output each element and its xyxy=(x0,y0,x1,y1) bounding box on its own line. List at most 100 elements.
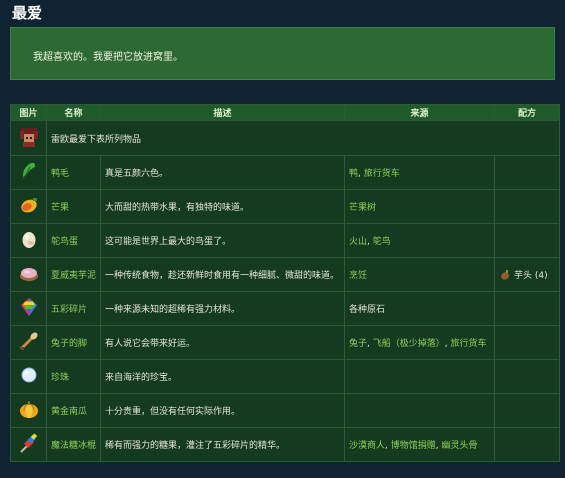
header-recipe: 配方 xyxy=(494,104,560,121)
ostrich-egg-icon[interactable] xyxy=(18,228,40,250)
source-link[interactable]: 飞船（极少掉落） xyxy=(373,339,445,349)
table-header-row: 图片 名称 描述 来源 配方 xyxy=(10,104,560,121)
item-description: 十分贵重，但没有任何实际作用。 xyxy=(100,393,345,428)
table-row: 夏威夷芋泥 一种传统食物，趁还新鲜时食用有一种细腻、微甜的味道。 烹饪 芋头 (4) xyxy=(10,257,560,292)
prismatic-shard-icon[interactable] xyxy=(18,296,40,318)
icon-cell xyxy=(10,155,47,190)
icon-cell xyxy=(10,359,47,394)
magic-rock-candy-icon[interactable] xyxy=(18,432,40,454)
table-row: 黄金南瓜 十分贵重，但没有任何实际作用。 xyxy=(10,393,560,428)
item-description: 稀有而强力的糖果，灌注了五彩碎片的精华。 xyxy=(100,427,345,462)
item-name-link[interactable]: 鸵鸟蛋 xyxy=(51,237,78,247)
icon-cell xyxy=(10,291,47,326)
table-row: 珍珠 来自海洋的珍宝。 xyxy=(10,359,560,394)
icon-cell xyxy=(10,393,47,428)
table-row: 芒果 大而甜的热带水果，有独特的味道。 芒果树 xyxy=(10,189,560,224)
item-source-cell: 鸭, 旅行货车 xyxy=(344,155,495,190)
source-link[interactable]: 鸭 xyxy=(349,169,358,179)
item-recipe-cell xyxy=(494,359,560,394)
table-row: 雷欧最爱下表所列物品 xyxy=(10,120,560,156)
golden-pumpkin-icon[interactable] xyxy=(18,398,40,420)
all-items-text: 雷欧最爱下表所列物品 xyxy=(46,120,560,156)
item-name-cell: 五彩碎片 xyxy=(46,291,101,326)
table-row: 兔子的脚 有人说它会带来好运。 兔子, 飞船（极少掉落）, 旅行货车 xyxy=(10,325,560,360)
quote-box: 我超喜欢的。我要把它放进窝里。 xyxy=(10,27,555,80)
item-name-cell: 夏威夷芋泥 xyxy=(46,257,101,292)
item-recipe-cell xyxy=(494,325,560,360)
icon-cell xyxy=(10,257,47,292)
pearl-icon[interactable] xyxy=(18,364,40,386)
item-recipe-cell: 芋头 (4) xyxy=(494,257,560,292)
item-description: 大而甜的热带水果，有独特的味道。 xyxy=(100,189,345,224)
poi-icon[interactable] xyxy=(18,262,40,284)
item-name-cell: 芒果 xyxy=(46,189,101,224)
icon-cell xyxy=(10,223,47,258)
item-description: 一种来源未知的超稀有强力材料。 xyxy=(100,291,345,326)
item-name-cell: 黄金南瓜 xyxy=(46,393,101,428)
item-recipe-cell xyxy=(494,223,560,258)
item-name-link[interactable]: 五彩碎片 xyxy=(51,305,87,315)
rabbits-foot-icon[interactable] xyxy=(18,330,40,352)
item-name-link[interactable]: 魔法糖冰棍 xyxy=(51,441,96,451)
source-text: 各种原石 xyxy=(349,305,386,315)
table-row: 鸭毛 真是五颜六色。 鸭, 旅行货车 xyxy=(10,155,560,190)
item-recipe-cell xyxy=(494,155,560,190)
page-title: 最爱 xyxy=(12,4,43,22)
source-link[interactable]: 幽灵头骨 xyxy=(442,441,478,451)
duck-feather-icon[interactable] xyxy=(18,160,40,182)
quote-text: 我超喜欢的。我要把它放进窝里。 xyxy=(33,52,183,63)
item-recipe-cell xyxy=(494,291,560,326)
item-description: 一种传统食物，趁还新鲜时食用有一种细腻、微甜的味道。 xyxy=(100,257,345,292)
source-link[interactable]: 兔子 xyxy=(349,339,367,349)
icon-cell xyxy=(10,189,47,224)
item-description: 有人说它会带来好运。 xyxy=(100,325,345,360)
item-name-cell: 魔法糖冰棍 xyxy=(46,427,101,462)
item-recipe-cell xyxy=(494,189,560,224)
table-row: 鸵鸟蛋 这可能是世界上最大的鸟蛋了。 火山, 鸵鸟 xyxy=(10,223,560,258)
source-link[interactable]: 沙漠商人 xyxy=(349,441,385,451)
item-source-cell: 芒果树 xyxy=(344,189,495,224)
source-link[interactable]: 火山 xyxy=(349,237,367,247)
favorite-items-table: 图片 名称 描述 来源 配方 雷欧最爱下表所列物品 鸭毛 真是五颜六色。 鸭, … xyxy=(10,104,560,462)
item-name-cell: 珍珠 xyxy=(46,359,101,394)
item-name-cell: 鸵鸟蛋 xyxy=(46,223,101,258)
item-name-link[interactable]: 芒果 xyxy=(51,203,69,213)
item-description: 来自海洋的珍宝。 xyxy=(100,359,345,394)
leo-portrait-icon[interactable] xyxy=(18,126,40,148)
item-name-link[interactable]: 黄金南瓜 xyxy=(51,407,87,417)
table-row: 五彩碎片 一种来源未知的超稀有强力材料。 各种原石 xyxy=(10,291,560,326)
item-name-link[interactable]: 夏威夷芋泥 xyxy=(51,271,96,281)
item-description: 这可能是世界上最大的鸟蛋了。 xyxy=(100,223,345,258)
header-name: 名称 xyxy=(46,104,101,121)
item-source-cell: 沙漠商人, 博物馆捐赠, 幽灵头骨 xyxy=(344,427,495,462)
source-link[interactable]: 旅行货车 xyxy=(364,169,400,179)
item-recipe-cell xyxy=(494,393,560,428)
mango-icon[interactable] xyxy=(18,194,40,216)
item-name-link[interactable]: 兔子的脚 xyxy=(51,339,87,349)
item-source-cell xyxy=(344,359,495,394)
recipe-ingredient[interactable]: 芋头 (4) xyxy=(514,271,548,281)
item-description: 真是五颜六色。 xyxy=(100,155,345,190)
item-name-link[interactable]: 珍珠 xyxy=(51,373,69,383)
item-source-cell: 兔子, 飞船（极少掉落）, 旅行货车 xyxy=(344,325,495,360)
taro-root-icon xyxy=(501,270,509,280)
item-source-cell: 火山, 鸵鸟 xyxy=(344,223,495,258)
header-source: 来源 xyxy=(344,104,495,121)
icon-cell xyxy=(10,120,47,156)
item-source-cell xyxy=(344,393,495,428)
header-image: 图片 xyxy=(10,104,47,121)
table-row: 魔法糖冰棍 稀有而强力的糖果，灌注了五彩碎片的精华。 沙漠商人, 博物馆捐赠, 幽灵… xyxy=(10,427,560,462)
source-link[interactable]: 芒果树 xyxy=(349,203,376,213)
source-link[interactable]: 博物馆捐赠 xyxy=(391,441,436,451)
item-name-link[interactable]: 鸭毛 xyxy=(51,169,69,179)
item-source-cell: 烹饪 xyxy=(344,257,495,292)
header-description: 描述 xyxy=(100,104,345,121)
source-link[interactable]: 旅行货车 xyxy=(451,339,487,349)
item-source-cell: 各种原石 xyxy=(344,291,495,326)
item-name-cell: 鸭毛 xyxy=(46,155,101,190)
source-link[interactable]: 烹饪 xyxy=(349,271,367,281)
icon-cell xyxy=(10,427,47,462)
icon-cell xyxy=(10,325,47,360)
item-recipe-cell xyxy=(494,427,560,462)
source-link[interactable]: 鸵鸟 xyxy=(373,237,391,247)
